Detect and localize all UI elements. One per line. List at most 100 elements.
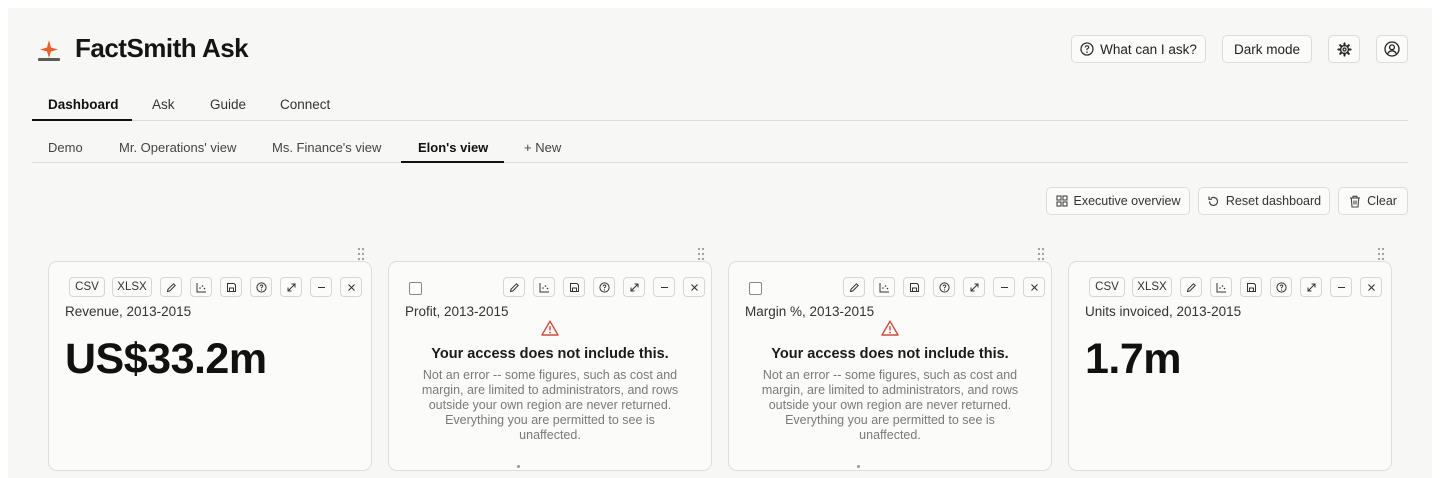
tab-connect[interactable]: Connect (280, 97, 330, 112)
minimize-icon (1337, 286, 1345, 288)
help-circle-icon (1080, 42, 1094, 56)
chart-button[interactable] (190, 277, 212, 297)
trash-icon (1350, 195, 1361, 208)
select-checkbox[interactable] (409, 282, 422, 295)
access-denied-title: Your access does not include this. (431, 346, 669, 362)
chart-icon (879, 282, 889, 292)
executive-overview-label: Executive overview (1073, 194, 1181, 208)
tab-ask[interactable]: Ask (152, 97, 175, 112)
card-revenue: CSV XLSX Revenue, 2013-2015 US$33.2m (48, 261, 372, 471)
edit-button[interactable] (843, 277, 865, 297)
reset-dashboard-button[interactable]: Reset dashboard (1198, 187, 1330, 215)
access-denied-message: Not an error -- some figures, such as co… (421, 368, 679, 442)
card-units-invoiced: CSV XLSX Units invoiced, 2013-2015 1.7m (1068, 261, 1392, 471)
close-button[interactable] (683, 277, 705, 297)
chart-button[interactable] (1210, 277, 1232, 297)
close-button[interactable] (1360, 277, 1382, 297)
chart-icon (1216, 282, 1226, 292)
chart-button[interactable] (533, 277, 555, 297)
what-can-i-ask-label: What can I ask? (1100, 41, 1197, 57)
pencil-icon (509, 282, 519, 292)
active-tab-indicator (32, 119, 132, 121)
save-button[interactable] (903, 277, 925, 297)
view-tab-finance[interactable]: Ms. Finance's view (272, 140, 381, 155)
expand-button[interactable] (623, 277, 645, 297)
question-icon (598, 281, 610, 293)
app-frame: FactSmith Ask What can I ask? Dark mode … (8, 8, 1432, 478)
csv-button[interactable]: CSV (1089, 277, 1125, 297)
minimize-button[interactable] (310, 277, 332, 297)
minimize-icon (660, 286, 668, 288)
tab-guide[interactable]: Guide (210, 97, 246, 112)
reset-icon (1208, 196, 1218, 206)
card-title: Revenue, 2013-2015 (65, 304, 192, 319)
save-button[interactable] (1240, 277, 1262, 297)
card-title: Profit, 2013-2015 (405, 304, 509, 319)
dark-mode-button[interactable]: Dark mode (1222, 35, 1312, 63)
grid-icon (1055, 195, 1068, 207)
clear-button[interactable]: Clear (1338, 187, 1408, 215)
edit-button[interactable] (160, 277, 182, 297)
drag-handle-icon[interactable] (697, 247, 705, 261)
minimize-button[interactable] (1330, 277, 1352, 297)
view-tabs: Demo Mr. Operations' view Ms. Finance's … (32, 136, 1408, 163)
xlsx-button[interactable]: XLSX (1132, 277, 1172, 297)
metric-value: US$33.2m (65, 335, 267, 383)
warning-icon (541, 320, 559, 336)
access-denied-message: Not an error -- some figures, such as co… (761, 368, 1019, 442)
close-icon (1367, 283, 1375, 291)
question-icon (1275, 281, 1287, 293)
select-checkbox[interactable] (749, 282, 762, 295)
account-button[interactable] (1376, 35, 1408, 63)
expand-button[interactable] (1300, 277, 1322, 297)
executive-overview-button[interactable]: Executive overview (1046, 187, 1190, 215)
drag-handle-icon[interactable] (1377, 247, 1385, 261)
what-can-i-ask-button[interactable]: What can I ask? (1071, 35, 1206, 63)
save-icon (909, 282, 919, 292)
expand-icon (630, 283, 638, 291)
pencil-icon (1186, 282, 1196, 292)
info-button[interactable] (593, 277, 615, 297)
view-tab-new[interactable]: + New (524, 140, 561, 155)
csv-button[interactable]: CSV (69, 277, 105, 297)
expand-button[interactable] (963, 277, 985, 297)
card-profit: Profit, 2013-2015 Your access does not i… (388, 261, 712, 471)
drag-handle-icon[interactable] (1037, 247, 1045, 261)
sparkle-logo-icon (38, 40, 60, 61)
minimize-button[interactable] (993, 277, 1015, 297)
card-toolbar (843, 277, 1045, 297)
view-tab-elon[interactable]: Elon's view (418, 140, 488, 155)
user-circle-icon (1384, 41, 1400, 57)
save-button[interactable] (563, 277, 585, 297)
reset-dashboard-label: Reset dashboard (1225, 194, 1322, 208)
view-tab-demo[interactable]: Demo (48, 140, 83, 155)
edit-button[interactable] (1180, 277, 1202, 297)
chart-icon (539, 282, 549, 292)
save-button[interactable] (220, 277, 242, 297)
expand-button[interactable] (280, 277, 302, 297)
scroll-indicator (517, 465, 520, 468)
save-icon (226, 282, 236, 292)
card-toolbar (503, 277, 705, 297)
info-button[interactable] (250, 277, 272, 297)
chart-button[interactable] (873, 277, 895, 297)
info-button[interactable] (933, 277, 955, 297)
drag-handle-icon[interactable] (357, 247, 365, 261)
settings-button[interactable] (1328, 35, 1360, 63)
info-button[interactable] (1270, 277, 1292, 297)
view-tab-operations[interactable]: Mr. Operations' view (119, 140, 236, 155)
minimize-button[interactable] (653, 277, 675, 297)
save-icon (569, 282, 579, 292)
close-button[interactable] (1023, 277, 1045, 297)
pencil-icon (849, 282, 859, 292)
xlsx-button[interactable]: XLSX (112, 277, 152, 297)
close-icon (690, 283, 698, 291)
save-icon (1246, 282, 1256, 292)
tab-dashboard[interactable]: Dashboard (48, 97, 119, 112)
edit-button[interactable] (503, 277, 525, 297)
expand-icon (970, 283, 978, 291)
card-title: Units invoiced, 2013-2015 (1085, 304, 1242, 319)
question-icon (255, 281, 267, 293)
app-title: FactSmith Ask (75, 33, 249, 63)
close-button[interactable] (340, 277, 362, 297)
